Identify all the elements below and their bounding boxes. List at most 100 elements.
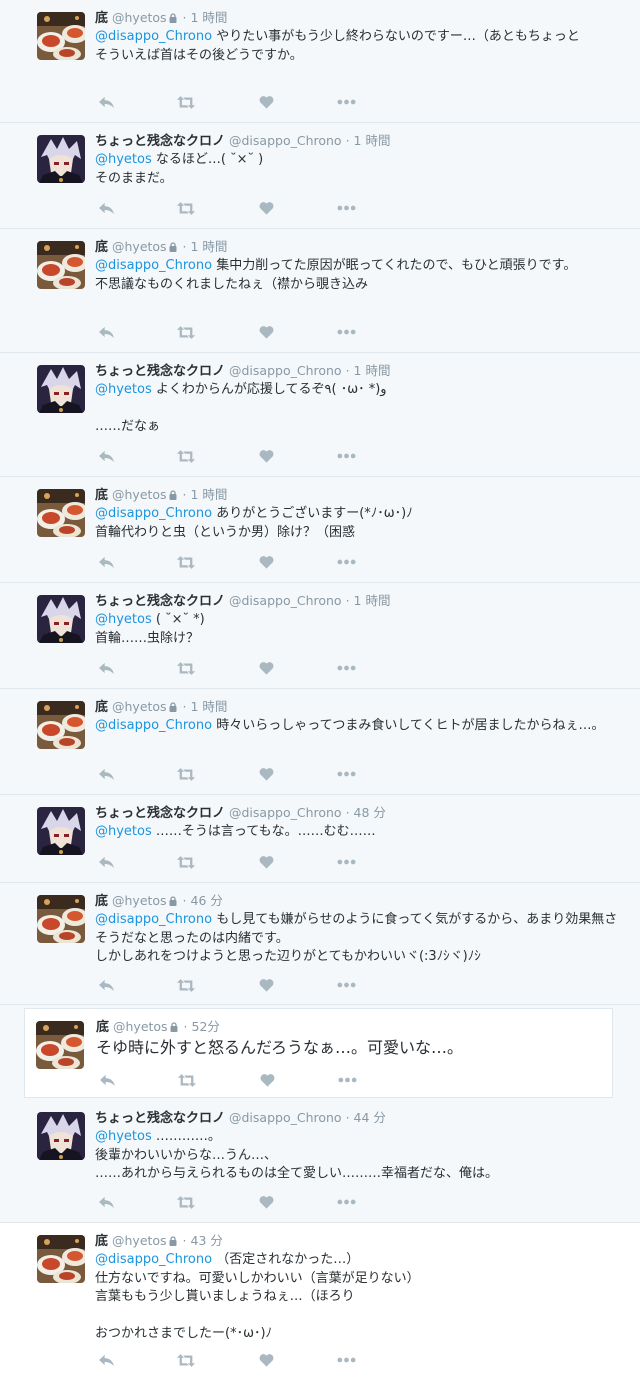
heart-icon[interactable]	[255, 324, 277, 340]
user-handle[interactable]: @disappo_Chrono	[229, 1110, 342, 1125]
more-icon[interactable]	[335, 554, 357, 570]
more-icon[interactable]	[335, 1194, 357, 1210]
tweet[interactable]: 底 @hyetos · 1 時間 @disappo_Chrono ありがとうござい…	[0, 477, 640, 583]
heart-icon[interactable]	[255, 660, 277, 676]
avatar[interactable]	[37, 489, 85, 537]
user-handle[interactable]: @disappo_Chrono	[229, 805, 342, 820]
mention-link[interactable]: @disappo_Chrono	[95, 506, 212, 521]
retweet-icon[interactable]	[175, 554, 197, 570]
retweet-icon[interactable]	[175, 94, 197, 110]
tweet[interactable]: 底 @hyetos · 1 時間 @disappo_Chrono やりたい事がもう…	[0, 0, 640, 123]
user-name[interactable]: ちょっと残念なクロノ	[95, 806, 225, 821]
retweet-icon[interactable]	[175, 448, 197, 464]
tweet[interactable]: ちょっと残念なクロノ @disappo_Chrono · 44 分 @hyetos…	[0, 1100, 640, 1223]
user-name[interactable]: 底	[95, 11, 108, 26]
more-icon[interactable]	[336, 1072, 358, 1088]
reply-icon[interactable]	[95, 554, 117, 570]
retweet-icon[interactable]	[175, 766, 197, 782]
mention-link[interactable]: @disappo_Chrono	[95, 29, 212, 44]
heart-icon[interactable]	[255, 448, 277, 464]
user-handle[interactable]: @hyetos	[112, 10, 167, 25]
user-handle[interactable]: @hyetos	[112, 1233, 167, 1248]
retweet-icon[interactable]	[175, 200, 197, 216]
heart-icon[interactable]	[255, 1194, 277, 1210]
more-icon[interactable]	[335, 1352, 357, 1368]
heart-icon[interactable]	[255, 554, 277, 570]
more-icon[interactable]	[335, 766, 357, 782]
more-icon[interactable]	[335, 94, 357, 110]
heart-icon[interactable]	[256, 1072, 278, 1088]
avatar[interactable]	[36, 1021, 84, 1069]
timestamp[interactable]: 1 時間	[354, 363, 391, 378]
reply-icon[interactable]	[95, 1194, 117, 1210]
mention-link[interactable]: @hyetos	[95, 152, 152, 167]
more-icon[interactable]	[335, 660, 357, 676]
user-name[interactable]: 底	[95, 894, 108, 909]
more-icon[interactable]	[335, 977, 357, 993]
retweet-icon[interactable]	[175, 1352, 197, 1368]
timestamp[interactable]: 1 時間	[354, 593, 391, 608]
user-handle[interactable]: @disappo_Chrono	[229, 363, 342, 378]
user-handle[interactable]: @hyetos	[113, 1019, 168, 1034]
more-icon[interactable]	[335, 200, 357, 216]
user-handle[interactable]: @hyetos	[112, 487, 167, 502]
avatar[interactable]	[37, 135, 85, 183]
user-handle[interactable]: @disappo_Chrono	[229, 593, 342, 608]
reply-icon[interactable]	[95, 94, 117, 110]
mention-link[interactable]: @hyetos	[95, 1129, 152, 1144]
timestamp[interactable]: 46 分	[191, 893, 223, 908]
reply-icon[interactable]	[95, 766, 117, 782]
more-icon[interactable]	[335, 854, 357, 870]
mention-link[interactable]: @hyetos	[95, 382, 152, 397]
tweet[interactable]: 底 @hyetos · 1 時間 @disappo_Chrono 集中力削ってた原…	[0, 229, 640, 353]
avatar[interactable]	[37, 1235, 85, 1283]
timestamp[interactable]: 1 時間	[191, 239, 228, 254]
mention-link[interactable]: @hyetos	[95, 612, 152, 627]
retweet-icon[interactable]	[175, 1194, 197, 1210]
retweet-icon[interactable]	[175, 977, 197, 993]
user-handle[interactable]: @hyetos	[112, 893, 167, 908]
retweet-icon[interactable]	[175, 324, 197, 340]
timestamp[interactable]: 44 分	[354, 1110, 386, 1125]
user-name[interactable]: ちょっと残念なクロノ	[95, 134, 225, 149]
timestamp[interactable]: 1 時間	[354, 133, 391, 148]
reply-icon[interactable]	[95, 977, 117, 993]
timestamp[interactable]: 1 時間	[191, 699, 228, 714]
retweet-icon[interactable]	[176, 1072, 198, 1088]
user-name[interactable]: ちょっと残念なクロノ	[95, 1111, 225, 1126]
avatar[interactable]	[37, 895, 85, 943]
avatar[interactable]	[37, 365, 85, 413]
heart-icon[interactable]	[255, 854, 277, 870]
retweet-icon[interactable]	[175, 854, 197, 870]
avatar[interactable]	[37, 1112, 85, 1160]
tweet[interactable]: ちょっと残念なクロノ @disappo_Chrono · 1 時間 @hyetos…	[0, 353, 640, 477]
avatar[interactable]	[37, 807, 85, 855]
reply-icon[interactable]	[96, 1072, 118, 1088]
reply-icon[interactable]	[95, 448, 117, 464]
user-handle[interactable]: @hyetos	[112, 699, 167, 714]
user-name[interactable]: 底	[95, 700, 108, 715]
user-handle[interactable]: @disappo_Chrono	[229, 133, 342, 148]
mention-link[interactable]: @hyetos	[95, 824, 152, 839]
reply-icon[interactable]	[95, 200, 117, 216]
retweet-icon[interactable]	[175, 660, 197, 676]
heart-icon[interactable]	[255, 1352, 277, 1368]
reply-icon[interactable]	[95, 1352, 117, 1368]
quoted-tweet[interactable]: 底 @hyetos · 52分 そゆ時に外すと怒るんだろうなぁ…。可愛いな…。	[24, 1008, 613, 1098]
tweet[interactable]: ちょっと残念なクロノ @disappo_Chrono · 1 時間 @hyetos…	[0, 123, 640, 229]
mention-link[interactable]: @disappo_Chrono	[95, 912, 212, 927]
user-name[interactable]: 底	[95, 240, 108, 255]
mention-link[interactable]: @disappo_Chrono	[95, 258, 212, 273]
heart-icon[interactable]	[255, 200, 277, 216]
timestamp[interactable]: 1 時間	[191, 10, 228, 25]
avatar[interactable]	[37, 241, 85, 289]
reply-icon[interactable]	[95, 854, 117, 870]
user-name[interactable]: 底	[96, 1020, 109, 1035]
heart-icon[interactable]	[255, 977, 277, 993]
user-name[interactable]: 底	[95, 1234, 108, 1249]
tweet[interactable]: ちょっと残念なクロノ @disappo_Chrono · 1 時間 @hyetos…	[0, 583, 640, 689]
reply-icon[interactable]	[95, 660, 117, 676]
tweet[interactable]: 底 @hyetos · 46 分 @disappo_Chrono もし見ても嫌がら…	[0, 883, 640, 1005]
heart-icon[interactable]	[255, 766, 277, 782]
heart-icon[interactable]	[255, 94, 277, 110]
